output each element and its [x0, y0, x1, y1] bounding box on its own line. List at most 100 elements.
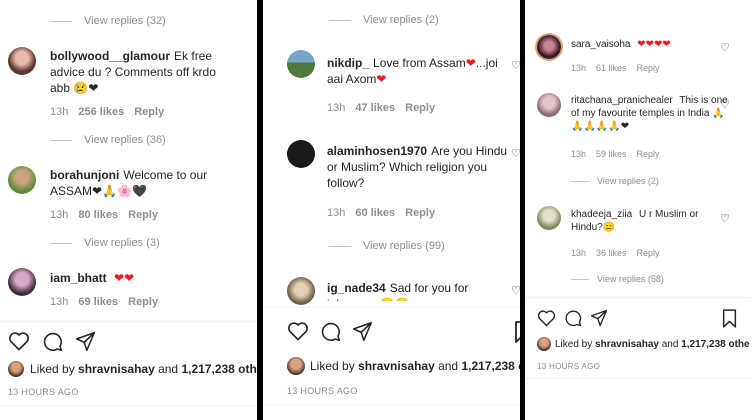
post-timestamp: 13 HOURS AGO [287, 386, 358, 396]
avatar[interactable] [8, 268, 36, 296]
divider [50, 242, 72, 244]
comment-like-icon[interactable]: ♡ [720, 98, 730, 111]
view-replies-button[interactable]: View replies (2) [571, 176, 659, 186]
comment-username[interactable]: khadeeja_ziia [571, 209, 632, 220]
divider [263, 404, 520, 405]
comment-meta: 13h 47 likes Reply [327, 102, 445, 114]
view-replies-label: View replies (2) [363, 14, 439, 26]
divider [525, 378, 750, 379]
divider [0, 321, 257, 322]
comment-like-icon[interactable]: ♡ [511, 147, 520, 160]
avatar[interactable] [537, 93, 561, 117]
comment-icon[interactable] [564, 309, 582, 327]
comment-likes[interactable]: 59 likes [596, 149, 627, 159]
divider [329, 19, 351, 21]
view-replies-label: View replies (99) [363, 240, 445, 252]
comment-username[interactable]: borahunjoni [50, 168, 119, 182]
comment-text: iam_bhatt ❤❤ [50, 270, 235, 286]
divider [50, 139, 72, 141]
avatar[interactable] [287, 50, 315, 78]
comment-like-icon[interactable]: ♡ [511, 59, 520, 72]
comment-username[interactable]: nikdip_ [327, 56, 369, 70]
avatar[interactable] [537, 35, 561, 59]
heart-icon[interactable] [287, 321, 309, 341]
view-replies-button[interactable]: View replies (32) [50, 15, 166, 27]
avatar[interactable] [537, 337, 551, 351]
view-replies-label: View replies (2) [597, 176, 659, 186]
comment-username[interactable]: ritachana_pranichealer [571, 95, 673, 106]
avatar[interactable] [537, 206, 561, 230]
comment-time: 13h [50, 209, 69, 221]
reply-button[interactable]: Reply [637, 248, 660, 258]
avatar[interactable] [8, 361, 24, 377]
view-replies-button[interactable]: View replies (3) [50, 237, 160, 249]
divider [0, 405, 257, 406]
comment-text: sara_vaisoha ❤❤❤❤ [571, 38, 731, 51]
comment-meta: 13h 256 likes Reply [50, 106, 174, 118]
liked-by: Liked by shravnisahay and 1,217,238 oth [8, 361, 257, 377]
liked-by-count[interactable]: 1,217,238 others [681, 339, 750, 350]
share-icon[interactable] [590, 309, 608, 327]
comment-likes[interactable]: 61 likes [596, 63, 627, 73]
comment-username[interactable]: sara_vaisoha [571, 39, 630, 50]
heart-icon[interactable] [8, 331, 30, 351]
view-replies-button[interactable]: View replies (2) [329, 14, 439, 26]
liked-by-user[interactable]: shravnisahay [358, 359, 435, 373]
comment-likes[interactable]: 36 likes [596, 248, 627, 258]
comments-panel-3: sara_vaisoha ❤❤❤❤ 13h 61 likes Reply ♡ rit… [525, 0, 750, 420]
liked-by-user[interactable]: shravnisahay [78, 362, 155, 376]
reply-button[interactable]: Reply [128, 296, 158, 308]
view-replies-label: View replies (3) [84, 237, 160, 249]
share-icon[interactable] [75, 331, 96, 352]
comment-like-icon[interactable]: ♡ [720, 41, 730, 54]
divider [50, 20, 72, 22]
heart-icon[interactable] [537, 309, 556, 327]
comment-likes[interactable]: 80 likes [78, 209, 118, 221]
avatar[interactable] [8, 166, 36, 194]
reply-button[interactable]: Reply [637, 63, 660, 73]
comment-icon[interactable] [320, 321, 341, 342]
liked-by-count[interactable]: 1,217,238 oth [181, 362, 256, 376]
comment-username[interactable]: alaminhosen1970 [327, 144, 427, 158]
reply-button[interactable]: Reply [405, 207, 435, 219]
comment-meta: 13h 61 likes Reply [571, 63, 670, 73]
comment-likes[interactable]: 60 likes [355, 207, 395, 219]
liked-by-user[interactable]: shravnisahay [595, 339, 659, 350]
comment-time: 13h [50, 296, 69, 308]
comment-icon[interactable] [42, 331, 63, 352]
comments-panel-2: View replies (2) nikdip_ Love from Assam❤… [263, 0, 520, 420]
avatar[interactable] [287, 140, 315, 168]
view-replies-button[interactable]: View replies (36) [50, 134, 166, 146]
comment-username[interactable]: bollywood__glamour [50, 49, 170, 63]
bookmark-icon[interactable] [514, 321, 520, 343]
liked-by-count[interactable]: 1,217,238 other [461, 359, 520, 373]
reply-button[interactable]: Reply [134, 106, 164, 118]
comment-meta: 13h 36 likes Reply [571, 248, 670, 258]
avatar[interactable] [287, 277, 315, 305]
comment-likes[interactable]: 47 likes [355, 102, 395, 114]
reply-button[interactable]: Reply [405, 102, 435, 114]
heart-emoji: ❤ [376, 72, 387, 86]
comments-panel-1: View replies (32) bollywood__glamour Ek f… [0, 0, 257, 420]
comment-likes[interactable]: 69 likes [78, 296, 118, 308]
avatar[interactable] [8, 47, 36, 75]
comment-username[interactable]: ig_nade34 [327, 281, 386, 295]
reply-button[interactable]: Reply [637, 149, 660, 159]
comment-like-icon[interactable]: ♡ [720, 212, 730, 225]
right-edge [750, 0, 756, 420]
view-replies-button[interactable]: View replies (99) [329, 240, 445, 252]
liked-by: Liked by shravnisahay and 1,217,238 othe… [287, 357, 520, 375]
comment-likes[interactable]: 256 likes [78, 106, 124, 118]
view-replies-button[interactable]: View replies (58) [571, 274, 664, 284]
avatar[interactable] [287, 357, 305, 375]
bookmark-icon[interactable] [722, 309, 737, 328]
liked-by-prefix: Liked by [310, 359, 359, 373]
reply-button[interactable]: Reply [128, 209, 158, 221]
comment-text: borahunjoni Welcome to our ASSAM❤🙏🌸🖤 [50, 167, 235, 199]
comment-like-icon[interactable]: ♡ [511, 284, 520, 297]
liked-by-mid: and [154, 362, 182, 376]
share-icon[interactable] [352, 321, 373, 342]
comment-username[interactable]: iam_bhatt [50, 271, 107, 285]
comment-time: 13h [50, 106, 69, 118]
divider [263, 307, 520, 308]
